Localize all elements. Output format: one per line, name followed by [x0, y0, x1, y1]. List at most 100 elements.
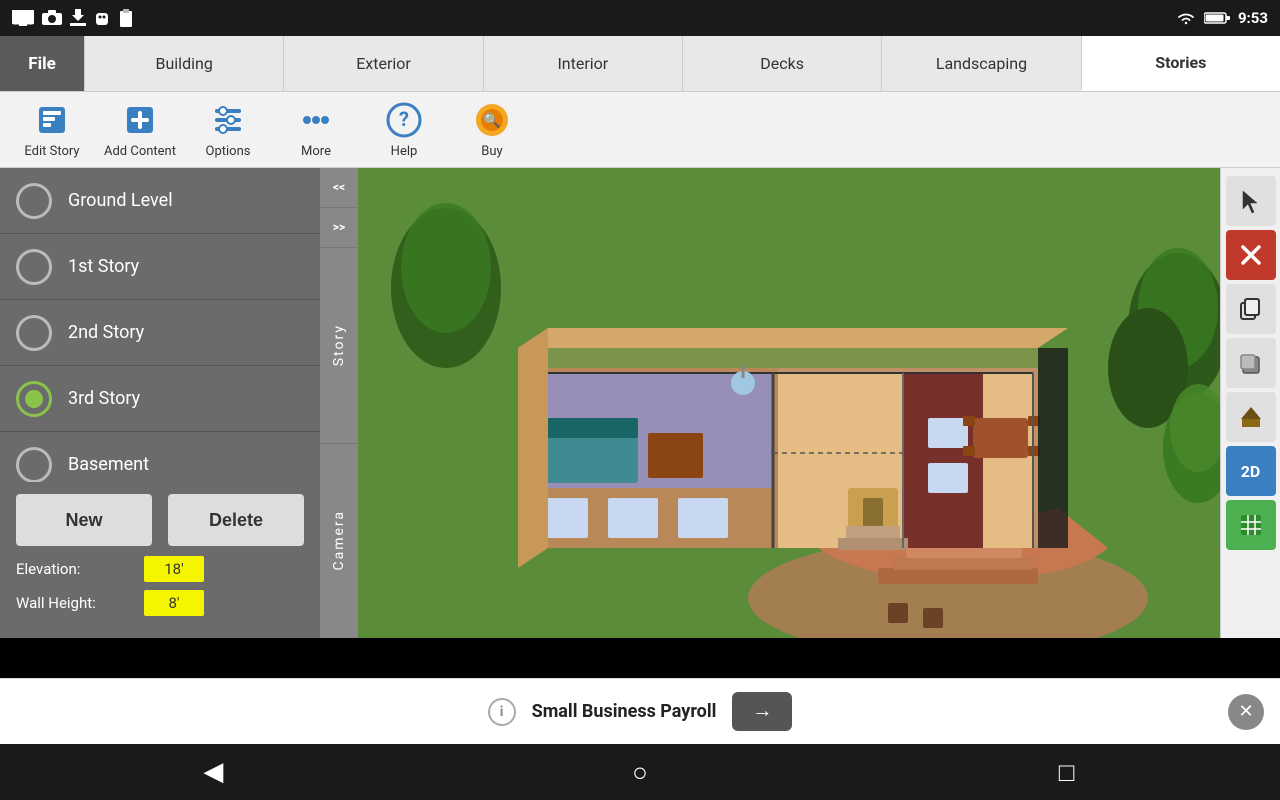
edit-story-label: Edit Story	[24, 144, 79, 159]
options-label: Options	[206, 144, 251, 159]
buy-label: Buy	[481, 144, 502, 159]
add-content-icon	[120, 100, 160, 140]
wall-height-value[interactable]: 8'	[144, 590, 204, 616]
grid-icon	[1237, 511, 1265, 539]
radio-ground	[16, 183, 52, 219]
wall-height-row: Wall Height: 8'	[16, 590, 304, 616]
select-tool-button[interactable]	[1226, 176, 1276, 226]
status-icons-right: 9:53	[1176, 9, 1268, 27]
top-nav: File Building Exterior Interior Decks La…	[0, 36, 1280, 92]
ad-close-button[interactable]: ✕	[1228, 694, 1264, 730]
status-bar: 9:53	[0, 0, 1280, 36]
ad-arrow-button[interactable]: →	[732, 692, 792, 731]
recent-button[interactable]: □	[1037, 752, 1097, 792]
story-side-tab[interactable]: Story	[320, 248, 358, 444]
roof-icon	[1237, 403, 1265, 431]
battery-icon	[1204, 11, 1230, 25]
3d-tool-button[interactable]	[1226, 338, 1276, 388]
radio-3rd	[16, 381, 52, 417]
camera-icon	[42, 10, 62, 26]
tab-exterior[interactable]: Exterior	[283, 36, 482, 91]
main-3d-view[interactable]	[358, 168, 1236, 638]
wall-height-label: Wall Height:	[16, 594, 136, 612]
radio-dot-3rd	[25, 390, 43, 408]
3d-object-icon	[1237, 349, 1265, 377]
buy-button[interactable]: 🔍 Buy	[448, 94, 536, 166]
status-icons-left	[12, 9, 134, 27]
more-icon	[296, 100, 336, 140]
add-content-button[interactable]: Add Content	[96, 94, 184, 166]
new-story-button[interactable]: New	[16, 494, 152, 546]
story-name-basement: Basement	[68, 454, 149, 475]
tab-stories[interactable]: Stories	[1081, 36, 1280, 91]
options-button[interactable]: Options	[184, 94, 272, 166]
delete-story-button[interactable]: Delete	[168, 494, 304, 546]
story-name-2nd: 2nd Story	[68, 322, 144, 343]
panel-fields: Elevation: 18' Wall Height: 8'	[0, 548, 320, 632]
ad-text: Small Business Payroll	[532, 701, 717, 722]
side-tabs: << >> Story Camera	[320, 168, 358, 638]
more-button[interactable]: More	[272, 94, 360, 166]
grid-view-button[interactable]	[1226, 500, 1276, 550]
elevation-label: Elevation:	[16, 560, 136, 578]
camera-side-tab[interactable]: Camera	[320, 444, 358, 639]
clipboard-icon	[118, 9, 134, 27]
elevation-row: Elevation: 18'	[16, 556, 304, 582]
radio-2nd	[16, 315, 52, 351]
more-label: More	[301, 144, 331, 159]
elevation-value[interactable]: 18'	[144, 556, 204, 582]
camera-side-label: Camera	[331, 510, 347, 571]
copy-icon	[1237, 295, 1265, 323]
story-name-1st: 1st Story	[68, 256, 139, 277]
screen-icon	[12, 10, 34, 26]
arrow-up-label: <<	[333, 180, 345, 194]
building-scene	[358, 168, 1236, 638]
home-button[interactable]: ○	[610, 752, 670, 792]
help-label: Help	[391, 144, 418, 159]
help-button[interactable]: ? Help	[360, 94, 448, 166]
android-icon	[94, 9, 110, 27]
story-name-ground: Ground Level	[68, 190, 173, 211]
story-item-ground[interactable]: Ground Level	[0, 168, 320, 234]
story-side-label: Story	[331, 324, 347, 366]
radio-basement	[16, 447, 52, 483]
edit-story-icon	[32, 100, 72, 140]
story-item-2nd[interactable]: 2nd Story	[0, 300, 320, 366]
add-content-label: Add Content	[104, 144, 176, 159]
panel-buttons: New Delete	[0, 482, 320, 558]
nav-bar: ◀ ○ □	[0, 744, 1280, 800]
tab-interior[interactable]: Interior	[483, 36, 682, 91]
download-icon	[70, 9, 86, 27]
ad-info-button[interactable]: i	[488, 698, 516, 726]
toolbar: Edit Story Add Content Options	[0, 92, 1280, 168]
back-button[interactable]: ◀	[183, 752, 243, 792]
options-icon	[208, 100, 248, 140]
ad-bar: i Small Business Payroll → ✕	[0, 678, 1280, 744]
wifi-icon	[1176, 10, 1196, 26]
tab-decks[interactable]: Decks	[682, 36, 881, 91]
delete-tool-button[interactable]	[1226, 230, 1276, 280]
story-item-3rd[interactable]: 3rd Story	[0, 366, 320, 432]
radio-1st	[16, 249, 52, 285]
help-icon: ?	[384, 100, 424, 140]
cursor-icon	[1237, 187, 1265, 215]
2d-view-button[interactable]: 2D	[1226, 446, 1276, 496]
tab-landscaping[interactable]: Landscaping	[881, 36, 1080, 91]
story-item-1st[interactable]: 1st Story	[0, 234, 320, 300]
edit-story-button[interactable]: Edit Story	[8, 94, 96, 166]
copy-tool-button[interactable]	[1226, 284, 1276, 334]
right-toolbar: 2D	[1220, 168, 1280, 638]
delete-icon	[1237, 241, 1265, 269]
arrow-up-btn[interactable]: <<	[320, 168, 358, 208]
story-name-3rd: 3rd Story	[68, 388, 140, 409]
svg-text:?: ?	[399, 107, 409, 131]
2d-view-label: 2D	[1241, 462, 1261, 481]
tab-file[interactable]: File	[0, 36, 84, 91]
arrow-down-label: >>	[333, 220, 345, 234]
svg-text:🔍: 🔍	[483, 111, 500, 129]
tab-building[interactable]: Building	[84, 36, 283, 91]
buy-icon: 🔍	[472, 100, 512, 140]
roof-tool-button[interactable]	[1226, 392, 1276, 442]
arrow-down-btn[interactable]: >>	[320, 208, 358, 248]
clock-display: 9:53	[1238, 9, 1268, 27]
